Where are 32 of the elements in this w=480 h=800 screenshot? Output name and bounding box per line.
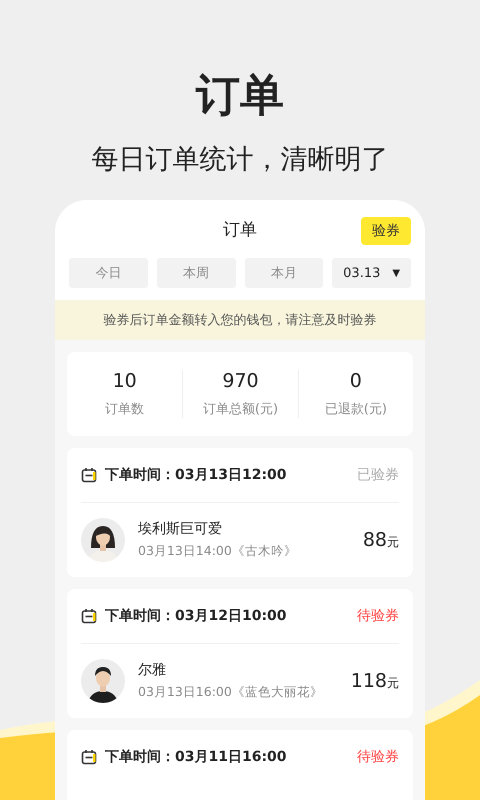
order-time: 下单时间：03月11日16:00 [105, 748, 288, 766]
order-status: 已验券 [357, 466, 399, 484]
booking-detail: 03月13日14:00《古木吟》 [138, 543, 298, 560]
stat-value: 970 [222, 370, 259, 392]
customer-name: 尔雅 [138, 661, 167, 679]
date-dropdown[interactable]: 03.13 ▼ [332, 258, 411, 288]
subtitle: 每日订单统计，清晰明了 [92, 143, 388, 177]
stat-value: 10 [112, 370, 137, 392]
order-time: 下单时间：03月13日12:00 [105, 466, 288, 484]
verify-button[interactable]: 验券 [361, 217, 411, 245]
currency-unit: 元 [387, 675, 399, 692]
order-card[interactable]: 下单时间：03月11日16:00 待验券 [67, 730, 413, 800]
stat-label: 订单总额(元) [202, 401, 278, 418]
currency-unit: 元 [387, 534, 399, 551]
order-time: 下单时间：03月12日10:00 [105, 607, 288, 625]
headline: 订单 [196, 69, 284, 123]
order-amount: 88 [362, 529, 387, 551]
order-status: 待验券 [357, 607, 399, 625]
order-amount: 118 [350, 670, 387, 692]
customer-name: 埃利斯巨可爱 [138, 520, 223, 538]
order-card[interactable]: 下单时间：03月13日12:00 已验券 埃利斯巨可爱 03月13日14:00《古木吟》 88元 [67, 448, 413, 577]
order-status: 待验券 [357, 748, 399, 766]
order-card[interactable]: 下单时间：03月12日10:00 待验券 尔雅 03月13日16:00《蓝色大丽花》 118元 [67, 589, 413, 718]
notice-banner: 验券后订单金额转入您的钱包，请注意及时验券 [55, 300, 425, 340]
stat-value: 0 [350, 370, 362, 392]
calendar-icon [81, 467, 97, 483]
screen-title: 订单 [223, 218, 257, 240]
calendar-icon [81, 749, 97, 765]
stat-label: 订单数 [105, 401, 144, 418]
booking-detail: 03月13日16:00《蓝色大丽花》 [138, 684, 324, 701]
stat-label: 已退款(元) [324, 401, 387, 418]
calendar-icon [81, 608, 97, 624]
